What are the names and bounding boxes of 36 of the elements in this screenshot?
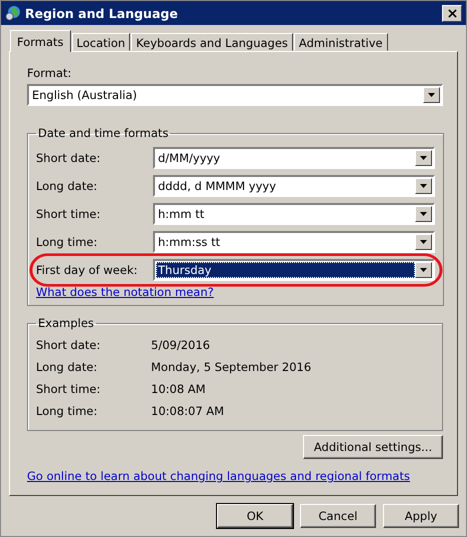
dialog-button[interactable]: OK: [217, 504, 293, 528]
globe-icon: [5, 5, 21, 21]
additional-settings-button[interactable]: Additional settings...: [303, 435, 443, 459]
window-title: Region and Language: [25, 6, 179, 20]
format-dropdown[interactable]: d/MM/yyyy: [153, 147, 435, 169]
dialog-button[interactable]: Cancel: [300, 504, 376, 528]
group-title: Date and time formats: [37, 126, 170, 140]
format-dropdown[interactable]: dddd, d MMMM yyyy: [153, 175, 435, 197]
tab[interactable]: Administrative: [294, 33, 388, 51]
close-button[interactable]: [442, 4, 462, 22]
group-title: Examples: [37, 316, 95, 330]
tab[interactable]: Location: [72, 33, 130, 51]
format-dropdown[interactable]: English (Australia): [27, 84, 443, 106]
example-value: 10:08 AM: [151, 382, 206, 396]
example-label: Short date:: [36, 338, 102, 352]
example-value: 5/09/2016: [151, 338, 210, 352]
example-value: Monday, 5 September 2016: [151, 360, 312, 374]
example-label: Long date:: [36, 360, 98, 374]
field-label: Long time:: [36, 235, 98, 249]
tab[interactable]: Keyboards and Languages: [131, 33, 293, 51]
format-dropdown[interactable]: Thursday: [153, 259, 435, 281]
field-label: Format:: [27, 66, 72, 80]
dialog-button[interactable]: Apply: [383, 504, 459, 528]
field-label: First day of week:: [36, 263, 138, 277]
close-icon: [448, 8, 456, 18]
field-label: Long date:: [36, 179, 98, 193]
example-value: 10:08:07 AM: [151, 404, 224, 418]
field-label: Short time:: [36, 207, 102, 221]
notation-link[interactable]: What does the notation mean?: [36, 285, 214, 299]
field-label: Short date:: [36, 151, 102, 165]
format-dropdown[interactable]: h:mm tt: [153, 203, 435, 225]
example-label: Long time:: [36, 404, 98, 418]
example-label: Short time:: [36, 382, 102, 396]
online-link[interactable]: Go online to learn about changing languages and regional formats: [27, 469, 410, 483]
tab[interactable]: Formats: [10, 30, 71, 52]
format-dropdown[interactable]: h:mm:ss tt: [153, 231, 435, 253]
